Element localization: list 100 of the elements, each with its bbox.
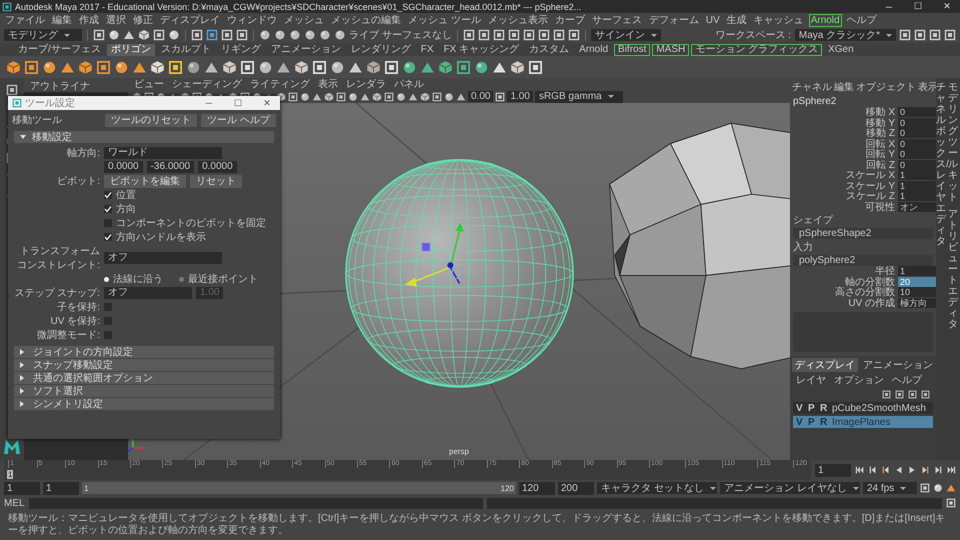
skip-to-end-icon[interactable] <box>946 465 956 475</box>
view-tool-icon[interactable] <box>396 92 406 102</box>
menu-item[interactable]: メッシュの編集 <box>330 13 402 27</box>
select-mode-icon[interactable] <box>236 29 248 41</box>
channel-value[interactable]: 0 <box>898 138 936 149</box>
menu-item[interactable]: ウィンドウ <box>226 13 278 27</box>
shelf-tool-icon[interactable] <box>474 60 489 74</box>
channel-name[interactable]: UV の作成 <box>790 296 898 310</box>
reference-toggle[interactable]: R <box>820 416 829 428</box>
shelf-tab[interactable]: スカルプト <box>156 44 215 56</box>
number-field[interactable]: -36.0000 <box>146 161 194 173</box>
layer-menu-item[interactable]: オプション <box>834 373 884 387</box>
shelf-tool-icon[interactable] <box>78 60 93 74</box>
checkbox[interactable] <box>104 233 112 241</box>
section-header[interactable]: スナップ移動設定 <box>14 359 274 371</box>
view-tool-icon[interactable] <box>348 92 358 102</box>
axis-dropdown[interactable]: ワールド <box>104 147 222 159</box>
number-field[interactable]: 0.0000 <box>104 161 143 173</box>
select-mode-icon[interactable] <box>191 29 203 41</box>
channel-value[interactable]: 0 <box>898 128 936 138</box>
visible-toggle[interactable]: V <box>796 416 805 428</box>
shelf-tool-icon[interactable] <box>150 60 165 74</box>
snap-tool-icon[interactable] <box>334 29 346 41</box>
playback-start-field[interactable]: 1 <box>43 482 79 494</box>
shelf-tool-icon[interactable] <box>366 60 381 74</box>
menu-item[interactable]: デフォーム <box>648 13 700 27</box>
menu-item[interactable]: キャッシュ <box>752 13 805 27</box>
menu-item[interactable]: メッシュ <box>283 13 325 27</box>
snap-tool-icon[interactable] <box>304 29 316 41</box>
render-tool-icon[interactable] <box>552 29 565 41</box>
panel-menu-item[interactable]: 表示 <box>318 77 338 91</box>
file-tool-icon[interactable] <box>168 29 180 41</box>
command-language-label[interactable]: MEL <box>4 498 25 508</box>
render-tool-icon[interactable] <box>492 29 505 41</box>
shelf-tool-icon[interactable] <box>438 60 453 74</box>
checkbox[interactable] <box>104 219 112 227</box>
checkbox[interactable] <box>104 303 112 311</box>
channel-value[interactable]: 10 <box>898 287 936 298</box>
shelf-tool-icon[interactable] <box>96 60 111 74</box>
file-tool-icon[interactable] <box>108 29 120 41</box>
menu-item[interactable]: メッシュ表示 <box>486 13 549 27</box>
layer-row[interactable]: V P R ImagePlanes <box>793 416 933 428</box>
constraint-dropdown[interactable]: オフ <box>104 252 222 264</box>
start-field[interactable]: 1 <box>4 482 40 494</box>
channel-value[interactable]: 1 <box>898 170 936 180</box>
play-backward-icon[interactable] <box>894 465 904 475</box>
radio-button[interactable] <box>179 276 184 282</box>
render-tool-icon[interactable] <box>508 29 520 41</box>
shape-node[interactable]: pSphereShape2 <box>793 228 933 239</box>
shelf-tool-icon[interactable] <box>168 60 183 74</box>
view-tool-icon[interactable] <box>300 92 310 102</box>
pivot-button[interactable]: ピボットを編集 <box>104 174 186 188</box>
channel-value[interactable]: 1 <box>898 266 936 276</box>
panel-menu-item[interactable]: シェーディング <box>172 77 242 91</box>
menu-item[interactable]: 選択 <box>105 13 127 27</box>
shelf-tab[interactable]: FX キャッシング <box>440 44 524 56</box>
visible-toggle[interactable]: V <box>796 402 805 414</box>
menu-item[interactable]: ファイル <box>4 13 46 27</box>
channel-name[interactable]: 移動 Z <box>790 126 898 140</box>
playback-toggle[interactable]: P <box>808 416 817 428</box>
menu-item[interactable]: Arnold <box>810 14 841 26</box>
channel-value[interactable]: 20 <box>898 276 936 287</box>
outliner-tab[interactable]: アウトライナ <box>24 78 128 92</box>
play-icon[interactable] <box>907 465 917 475</box>
channel-name[interactable]: 移動 X <box>790 105 898 120</box>
menu-item[interactable]: UV <box>704 14 721 26</box>
view-tool-icon[interactable] <box>324 92 334 102</box>
range-slider[interactable]: 1 120 <box>82 482 516 494</box>
view-tool-icon[interactable] <box>384 92 394 102</box>
minimize-button[interactable]: ─ <box>876 2 902 12</box>
layer-menu-item[interactable]: レイヤ <box>796 373 826 387</box>
channel-value[interactable]: 極方向 <box>898 298 936 308</box>
view-tool-icon[interactable] <box>372 92 382 102</box>
view-tool-icon[interactable] <box>420 92 430 102</box>
channel-value[interactable]: 0 <box>898 160 936 170</box>
shelf-tab[interactable]: Arnold <box>575 44 612 56</box>
menu-item[interactable]: ディスプレイ <box>159 13 221 27</box>
menu-item[interactable]: カーブ <box>554 13 586 27</box>
shelf-tab[interactable]: XGen <box>824 44 858 56</box>
menu-item[interactable]: メッシュ ツール <box>407 13 482 27</box>
render-tool-icon[interactable] <box>568 29 580 41</box>
color-space-dropdown[interactable]: sRGB gamma <box>534 90 623 102</box>
section-header[interactable]: 移動設定 <box>14 131 274 143</box>
side-tab[interactable]: アトリビュートエディタ <box>948 209 958 330</box>
shelf-tool-icon[interactable] <box>186 60 201 74</box>
checkbox[interactable] <box>104 331 112 339</box>
shelf-tool-icon[interactable] <box>258 60 273 74</box>
view-tool-icon[interactable] <box>336 92 346 102</box>
render-tool-icon[interactable] <box>462 29 475 41</box>
view-tool-icon[interactable] <box>432 92 442 102</box>
menu-item[interactable]: 修正 <box>132 13 154 27</box>
view-tool-icon[interactable] <box>288 92 298 102</box>
workspace-dropdown[interactable]: Maya クラシック* <box>794 29 896 41</box>
panel-toggle-icon[interactable] <box>944 29 956 41</box>
channel-value[interactable]: 0 <box>898 118 936 128</box>
playback-toggle[interactable]: P <box>808 402 817 414</box>
anim-layer-dropdown[interactable]: アニメーション レイヤなし <box>720 482 860 494</box>
shelf-tool-icon[interactable] <box>222 60 237 74</box>
select-mode-icon[interactable] <box>206 29 218 41</box>
section-header[interactable]: シンメトリ設定 <box>14 398 274 410</box>
